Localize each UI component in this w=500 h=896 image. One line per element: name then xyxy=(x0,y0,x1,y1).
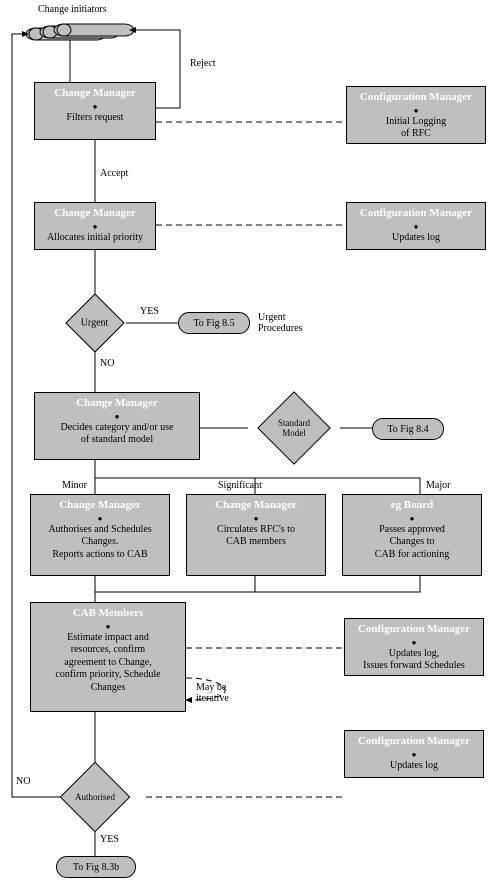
box-body: confirm priority, Schedule xyxy=(37,669,179,682)
box-body: CAB for actioning xyxy=(349,549,475,562)
accept-label: Accept xyxy=(100,168,128,179)
bullet-dot: ● xyxy=(351,751,477,759)
no-label: NO xyxy=(100,358,114,369)
pill-label: To Fig 8.5 xyxy=(193,318,234,329)
box-body: of RFC xyxy=(353,128,479,141)
box-title: Change Manager xyxy=(193,499,319,513)
box-title: CAB Members xyxy=(37,607,179,621)
box-cm-priority: Change Manager ● Allocates initial prior… xyxy=(34,202,156,250)
decision-authorised: Authorised xyxy=(60,762,131,833)
box-cfg-updates-log-2: Configuration Manager ● Updates log xyxy=(344,730,484,778)
box-body: Reports actions to CAB xyxy=(37,549,163,562)
box-body: Updates log, xyxy=(351,648,477,661)
box-body: Changes xyxy=(37,682,179,695)
box-body: Filters request xyxy=(41,112,149,125)
bullet-dot: ● xyxy=(41,223,149,231)
box-cm-decides-category: Change Manager ● Decides category and/or… xyxy=(34,392,200,460)
bullet-dot: ● xyxy=(37,515,163,523)
box-title: Configuration Manager xyxy=(351,623,477,637)
box-title: Configuration Manager xyxy=(353,91,479,105)
bullet-dot: ● xyxy=(351,639,477,647)
pill-label: To Fig 8.3b xyxy=(73,862,119,873)
box-body: Decides category and/or use xyxy=(41,422,193,435)
pill-fig-8-4: To Fig 8.4 xyxy=(372,418,444,440)
pill-fig-8-3b: To Fig 8.3b xyxy=(56,856,136,878)
box-body: Initial Logging xyxy=(353,116,479,129)
box-title: eg Board xyxy=(349,499,475,513)
no-label-2: NO xyxy=(16,776,30,787)
box-title: Change Manager xyxy=(41,207,149,221)
box-title: Configuration Manager xyxy=(353,207,479,221)
box-body: Updates log xyxy=(351,760,477,773)
box-cm-filters: Change Manager ● Filters request xyxy=(34,82,156,140)
box-title: Change Manager xyxy=(37,499,163,513)
box-cfg-updates-log-1: Configuration Manager ● Updates log xyxy=(346,202,486,250)
box-cfg-updates-schedules: Configuration Manager ● Updates log, Iss… xyxy=(344,618,484,676)
box-title: Change Manager xyxy=(41,87,149,101)
box-cab-members: CAB Members ● Estimate impact and resour… xyxy=(30,602,186,712)
decision-label: Urgent xyxy=(81,318,109,329)
pill-label: To Fig 8.4 xyxy=(387,424,428,435)
decision-urgent: Urgent xyxy=(65,293,124,352)
flowchart-canvas: Change initiators Change Manager ● Filte… xyxy=(0,0,500,896)
box-body: Updates log xyxy=(353,232,479,245)
box-cm-authorises: Change Manager ● Authorises and Schedule… xyxy=(30,494,170,576)
minor-label: Minor xyxy=(62,480,87,491)
box-body: resources, confirm xyxy=(37,644,179,657)
box-cm-circulates: Change Manager ● Circulates RFC's to CAB… xyxy=(186,494,326,576)
bullet-dot: ● xyxy=(353,223,479,231)
box-title: Change Manager xyxy=(41,397,193,411)
iterative-label: May be iterative xyxy=(196,682,229,704)
box-body: Changes to xyxy=(349,536,475,549)
bullet-dot: ● xyxy=(37,623,179,631)
box-body: agreement to Change, xyxy=(37,657,179,670)
bullet-dot: ● xyxy=(193,515,319,523)
box-cfg-initial-log: Configuration Manager ● Initial Logging … xyxy=(346,86,486,144)
bullet-dot: ● xyxy=(41,413,193,421)
decision-label: Standard Model xyxy=(269,418,319,438)
decision-standard-model: Standard Model xyxy=(257,391,331,465)
significant-label: Significant xyxy=(218,480,262,491)
major-label: Major xyxy=(426,480,450,491)
bullet-dot: ● xyxy=(353,107,479,115)
bullet-dot: ● xyxy=(41,103,149,111)
box-body: Circulates RFC's to xyxy=(193,524,319,537)
box-title: Configuration Manager xyxy=(351,735,477,749)
yes-label: YES xyxy=(140,306,159,317)
box-body: Changes. xyxy=(37,536,163,549)
yes-label-2: YES xyxy=(100,834,119,845)
box-body: Passes approved xyxy=(349,524,475,537)
urgent-proc-label: Urgent Procedures xyxy=(258,312,302,334)
box-body: Authorises and Schedules xyxy=(37,524,163,537)
box-board: eg Board ● Passes approved Changes to CA… xyxy=(342,494,482,576)
box-body: Estimate impact and xyxy=(37,632,179,645)
box-body: CAB members xyxy=(193,536,319,549)
box-body: Issues forward Schedules xyxy=(351,660,477,673)
initiators-label: Change initiators xyxy=(38,4,107,15)
reject-label: Reject xyxy=(190,58,216,69)
box-body: Allocates initial priority xyxy=(41,232,149,245)
decision-label: Authorised xyxy=(75,792,115,802)
bullet-dot: ● xyxy=(349,515,475,523)
pill-fig-8-5: To Fig 8.5 xyxy=(178,312,250,334)
box-body: of standard model xyxy=(41,434,193,447)
